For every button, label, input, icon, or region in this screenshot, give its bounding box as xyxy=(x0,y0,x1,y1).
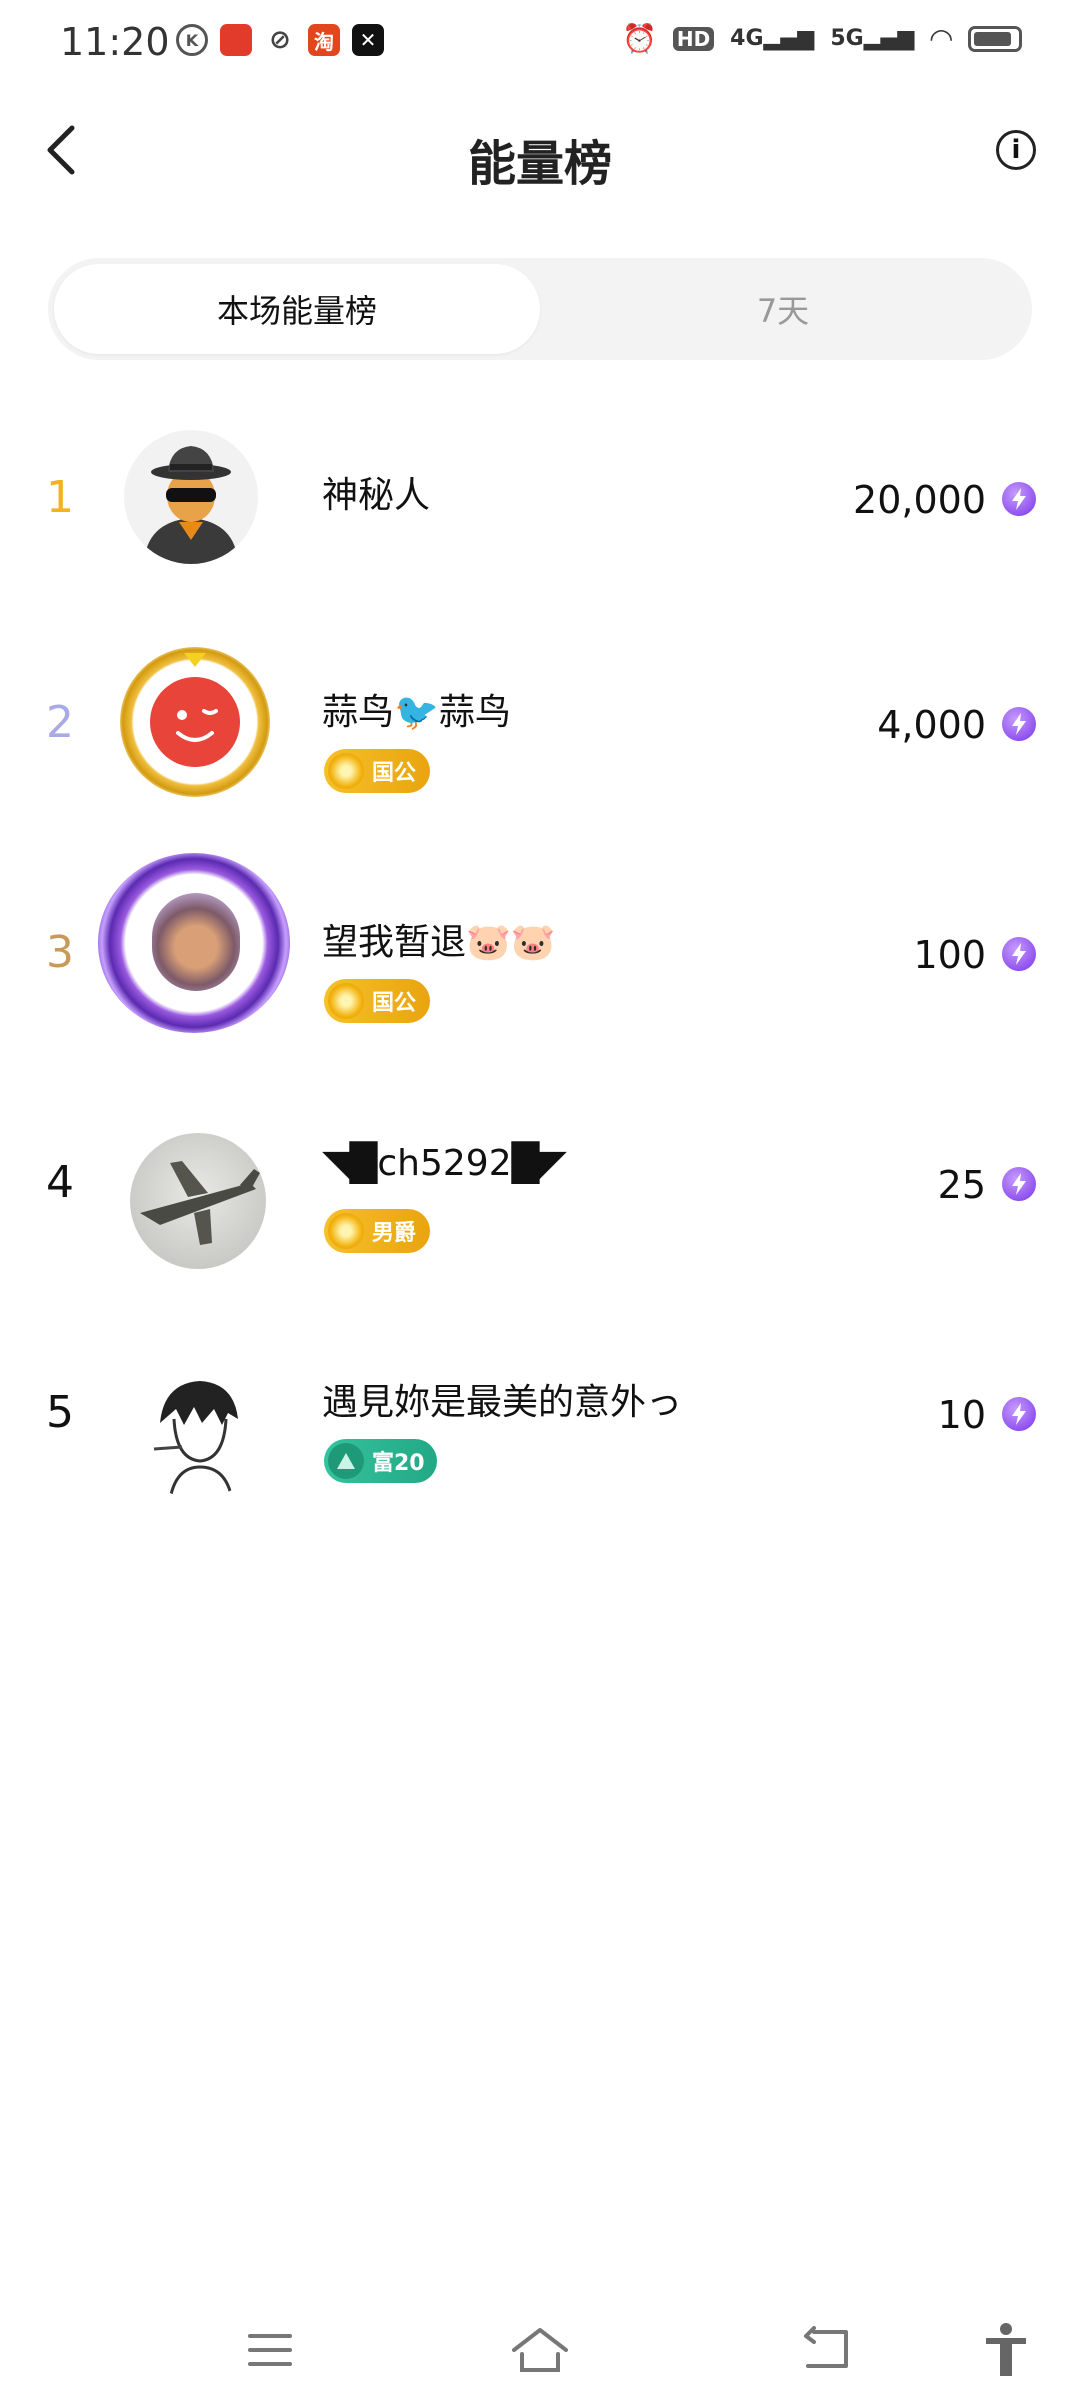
sketch-avatar xyxy=(130,1363,266,1499)
energy-score: 25 xyxy=(937,1163,986,1207)
mystery-avatar xyxy=(124,430,258,564)
status-bar: 11:20 K ⊘ 淘 ✕ ⏰ HD 4G▂▄▆ 5G▂▄▆ ◠ xyxy=(0,0,1080,84)
back-nav-button[interactable] xyxy=(796,2320,856,2380)
airplane-icon xyxy=(140,1161,260,1245)
accessibility-icon xyxy=(986,2323,1026,2376)
accessibility-button[interactable] xyxy=(976,2320,1036,2380)
energy-icon xyxy=(1002,937,1036,971)
hat-man-icon xyxy=(144,446,238,564)
rank-number: 3 xyxy=(46,927,74,978)
signal-5g-icon: 5G▂▄▆ xyxy=(830,26,915,51)
avatar[interactable] xyxy=(96,400,296,600)
leaderboard-row[interactable]: 2 蒜鸟🐦蒜鸟 国公 4,000 xyxy=(0,625,1080,825)
badge-gem-icon xyxy=(328,1213,364,1249)
energy-score: 100 xyxy=(913,933,986,977)
tab-7-days[interactable]: 7天 xyxy=(540,264,1026,354)
leaderboard-row[interactable]: 4 ◥█ch5292█◤ 男爵 25 xyxy=(0,1085,1080,1285)
user-name: ◥█ch5292█◤ xyxy=(322,1143,567,1184)
badge-label: 男爵 xyxy=(372,1221,417,1246)
badge-gem-icon xyxy=(328,753,364,789)
avatar[interactable] xyxy=(96,625,296,825)
energy-score: 10 xyxy=(937,1393,986,1437)
energy-score: 20,000 xyxy=(853,478,986,522)
page-title: 能量榜 xyxy=(467,136,612,192)
badge-label: 国公 xyxy=(372,991,417,1016)
avatar[interactable] xyxy=(96,1085,296,1285)
user-name: 望我暂退🐷🐷 xyxy=(322,922,556,963)
energy-icon xyxy=(1002,1167,1036,1201)
avatar[interactable] xyxy=(96,1315,296,1515)
system-icons: ⏰ HD 4G▂▄▆ 5G▂▄▆ ◠ xyxy=(622,22,1022,55)
home-icon xyxy=(512,2328,568,2372)
portrait-avatar xyxy=(152,893,240,991)
link-icon: ⊘ xyxy=(269,25,291,55)
wealth-badge: 富20 xyxy=(324,1439,437,1483)
menu-icon xyxy=(248,2334,292,2366)
user-name: 神秘人 xyxy=(322,475,431,516)
hd-icon: HD xyxy=(672,26,715,51)
system-navigation-bar xyxy=(0,2300,1080,2400)
energy-icon xyxy=(1002,707,1036,741)
status-time: 11:20 xyxy=(60,20,170,64)
tab-bar: 本场能量榜 7天 xyxy=(48,258,1032,360)
alarm-icon: ⏰ xyxy=(621,22,657,55)
rank-badge: 男爵 xyxy=(324,1209,431,1253)
home-button[interactable] xyxy=(510,2320,570,2380)
badge-label: 富20 xyxy=(372,1451,425,1476)
energy-score: 4,000 xyxy=(877,703,986,747)
airplane-avatar xyxy=(130,1133,266,1269)
energy-icon xyxy=(1002,482,1036,516)
battery-icon xyxy=(968,25,1022,52)
signal-4g-icon: 4G▂▄▆ xyxy=(730,26,815,51)
header: 能量榜 i xyxy=(0,100,1080,210)
network-label-2: 5G xyxy=(830,26,864,51)
rank-badge: 国公 xyxy=(324,749,431,793)
user-name: 蒜鸟🐦蒜鸟 xyxy=(322,692,511,733)
menu-button[interactable] xyxy=(240,2320,300,2380)
capcut-icon: ✕ xyxy=(352,24,384,56)
taobao-icon: 淘 xyxy=(308,24,340,56)
rank-number: 5 xyxy=(46,1387,74,1438)
user-name: 遇見妳是最美的意外っ xyxy=(322,1382,683,1423)
leaderboard-row[interactable]: 1 神秘人 20,000 xyxy=(0,400,1080,600)
k-app-icon: K xyxy=(176,24,208,56)
avatar[interactable] xyxy=(96,853,296,1055)
app-notification-icon xyxy=(220,24,252,56)
badge-gem-icon xyxy=(328,983,364,1019)
rank-badge: 国公 xyxy=(324,979,431,1023)
leaderboard-row[interactable]: 3 望我暂退🐷🐷 国公 100 xyxy=(0,853,1080,1055)
badge-label: 国公 xyxy=(372,761,417,786)
sketch-portrait-icon xyxy=(153,1381,238,1499)
back-icon xyxy=(804,2326,848,2368)
smiley-avatar xyxy=(150,677,240,767)
leaderboard-row[interactable]: 5 遇見妳是最美的意外っ 富20 10 xyxy=(0,1315,1080,1515)
info-button[interactable]: i xyxy=(996,130,1036,170)
tab-current-session[interactable]: 本场能量榜 xyxy=(54,264,540,354)
wifi-icon: ◠ xyxy=(930,22,952,55)
notification-icons: K ⊘ 淘 ✕ xyxy=(176,24,384,56)
rank-number: 2 xyxy=(46,697,74,748)
energy-icon xyxy=(1002,1397,1036,1431)
badge-triangle-icon xyxy=(328,1443,364,1479)
rank-number: 1 xyxy=(46,472,74,523)
info-icon: i xyxy=(1011,135,1021,165)
rank-number: 4 xyxy=(46,1157,74,1208)
network-label-1: 4G xyxy=(730,26,764,51)
